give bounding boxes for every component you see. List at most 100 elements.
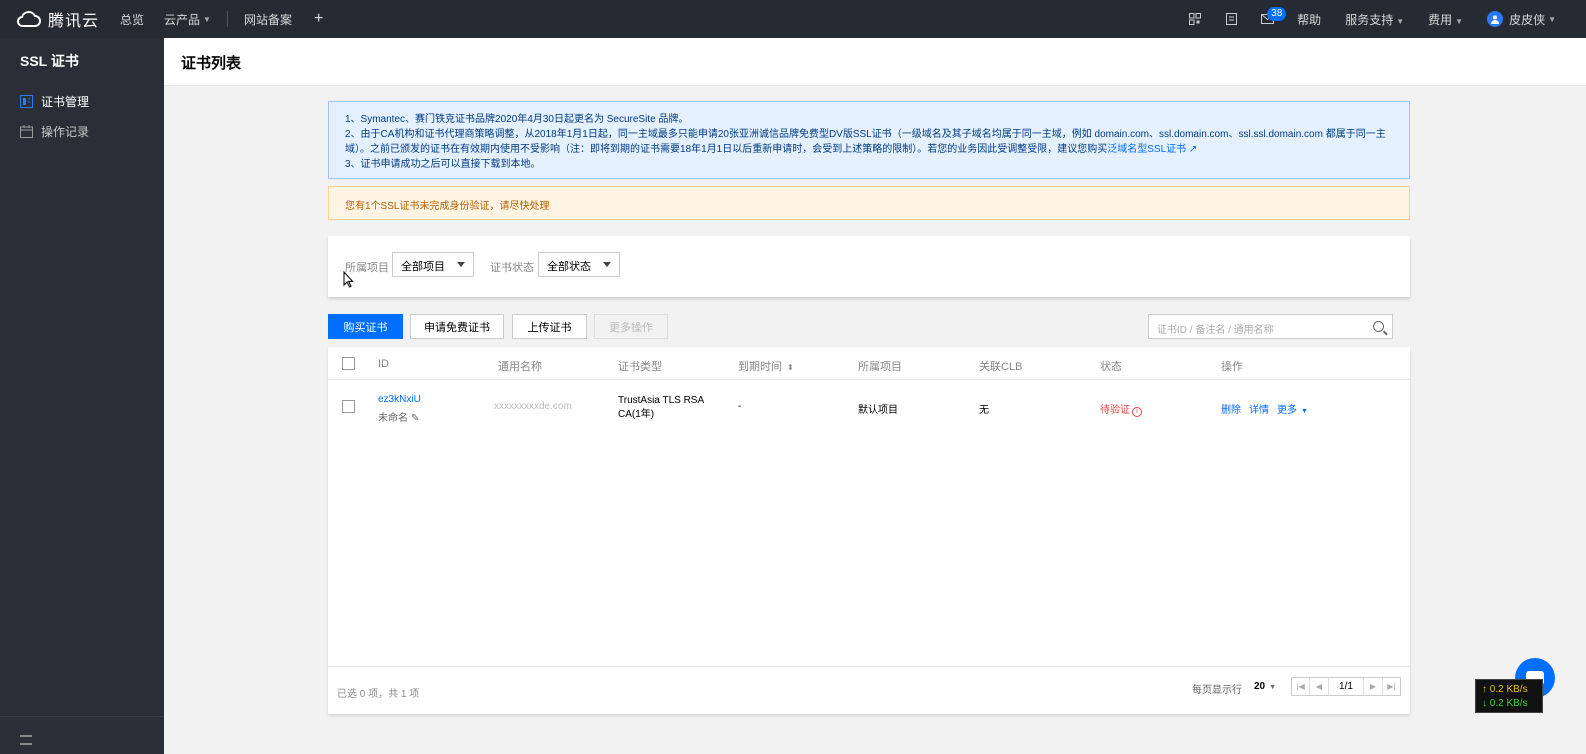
nav-overview[interactable]: 总览 [110,11,154,28]
more-label: 更多 [1277,405,1297,416]
cert-clb: 无 [979,405,989,416]
buy-certificate-button[interactable]: 购买证书 [328,314,403,339]
status-text: 待验证 [1100,405,1130,416]
page-size-select[interactable]: 20 ▼ [1254,681,1276,692]
column-header-actions: 操作 [1221,361,1243,373]
notice-line: 域）。之前已颁发的证书在有效期内使用不受影响（注：即将到期的证书需要18年1月1… [345,142,1393,157]
support-menu[interactable]: 服务支持 ▼ [1333,11,1416,28]
help-link[interactable]: 帮助 [1285,11,1333,28]
certificate-table: ID 通用名称 证书类型 到期时间 ⬍ 所属项目 关联CLB 状态 操作 ez3k… [328,347,1410,714]
cert-type: TrustAsia TLS RSA CA(1年) [618,395,704,420]
certificate-icon [20,94,33,108]
status-badge: 待验证 i [1100,401,1142,417]
document-icon[interactable] [1213,13,1249,25]
warning-text: 您有1个SSL证书未完成身份验证，请尽快处理 [345,201,550,212]
page-indicator[interactable]: 1/1 [1329,678,1365,695]
nav-products-label: 云产品 [164,12,201,27]
sidebar: SSL 证书 证书管理 操作记录 [0,38,164,754]
nav-divider [226,11,228,27]
status-filter-label: 证书状态 [490,262,534,274]
status-select[interactable]: 全部状态 [538,252,620,277]
sidebar-item-label: 证书管理 [41,94,90,109]
support-label: 服务支持 [1345,12,1394,27]
upload-certificate-button[interactable]: 上传证书 [512,314,587,339]
search-icon[interactable] [1373,321,1384,332]
logo[interactable]: 腾讯云 [0,7,110,31]
select-all-checkbox[interactable] [342,357,355,370]
table-row: ez3kNxiU 未命名 ✎ xxxxxxxxxde.com TrustAsia … [328,381,1410,433]
info-notice: 1、Symantec、赛门铁克证书品牌2020年4月30日起更名为 Secure… [328,101,1410,179]
user-name: 皮皮侠 [1509,12,1546,27]
cert-common-name: xxxxxxxxxde.com [494,401,572,412]
sidebar-item-cert-management[interactable]: 证书管理 [0,86,164,116]
sidebar-item-operation-log[interactable]: 操作记录 [0,116,164,146]
pagination: |◀ ◀ 1/1 ▶ ▶| [1291,677,1401,696]
row-checkbox[interactable] [342,400,355,413]
billing-label: 费用 [1428,12,1453,27]
nav-products[interactable]: 云产品 ▼ [154,11,221,28]
first-page-icon[interactable]: |◀ [1292,678,1311,695]
collapse-menu-icon[interactable] [20,735,32,745]
project-select-value: 全部项目 [401,261,445,273]
calendar-icon [20,124,33,138]
user-menu[interactable]: 皮皮侠 ▼ [1475,11,1568,28]
cloud-logo-icon [16,11,41,27]
edit-icon[interactable]: ✎ [411,413,419,424]
column-header-project: 所属项目 [858,361,902,373]
page-title: 证书列表 [181,55,242,72]
notice-line: 1、Symantec、赛门铁克证书品牌2020年4月30日起更名为 Secure… [345,114,689,125]
top-navbar: 腾讯云 总览 云产品 ▼ 网站备案 + 38 帮助 服务支持 ▼ 费用 ▼ 皮皮侠 ▼ [0,0,1586,38]
column-header-clb: 关联CLB [979,361,1023,373]
notice-line: 2、由于CA机构和证书代理商策略调整，从2018年1月1日起，同一主域最多只能申… [345,129,1386,140]
cert-expire: - [738,401,742,412]
last-page-icon[interactable]: ▶| [1383,678,1400,695]
cert-remark: 未命名 ✎ [378,409,419,424]
notice-line: 3、证书申请成功之后可以直接下载到本地。 [345,159,541,170]
column-header-expire[interactable]: 到期时间 ⬍ [738,358,794,374]
warning-notice: 您有1个SSL证书未完成身份验证，请尽快处理 [328,186,1410,220]
prev-page-icon[interactable]: ◀ [1310,678,1329,695]
sidebar-title: SSL 证书 [20,53,79,69]
caret-down-icon [603,262,611,267]
avatar-icon [1487,11,1504,27]
selection-total: 已选 0 项，共 1 项 [337,689,420,700]
search-placeholder: 证书ID / 备注名 / 通用名称 [1157,325,1274,336]
info-icon[interactable]: i [1132,407,1142,417]
nav-icp[interactable]: 网站备案 [234,11,302,28]
search-input[interactable]: 证书ID / 备注名 / 通用名称 [1148,314,1393,339]
detail-link[interactable]: 详情 [1249,401,1269,416]
upload-speed: ↑ 0.2 KB/s [1482,684,1528,695]
next-page-icon[interactable]: ▶ [1364,678,1383,695]
mail-icon[interactable]: 38 [1249,7,1287,24]
plus-icon[interactable]: + [302,10,335,28]
more-actions-button[interactable]: 更多操作 [594,314,668,339]
page-size-label: 每页显示行 [1192,685,1242,696]
column-header-status: 状态 [1100,361,1122,373]
billing-menu[interactable]: 费用 ▼ [1416,11,1475,28]
qrcode-icon[interactable] [1177,13,1213,25]
column-header-name: 通用名称 [498,361,542,373]
chevron-down-icon: ▼ [1548,14,1556,24]
logo-text: 腾讯云 [48,13,100,30]
chevron-down-icon: ▼ [203,14,211,24]
cert-remark-text: 未命名 [378,413,408,424]
cert-id-link[interactable]: ez3kNxiU [378,394,421,405]
page-size-value: 20 [1254,681,1266,692]
wildcard-cert-link[interactable]: 泛域名型SSL证书 [1107,144,1186,155]
caret-down-icon: ▼ [1269,684,1277,691]
chevron-down-icon: ▼ [1396,16,1405,26]
column-header-expire-label: 到期时间 [738,361,782,373]
network-speed-widget: ↑ 0.2 KB/s ↓ 0.2 KB/s [1475,679,1543,713]
sort-icon: ⬍ [787,363,794,372]
project-select[interactable]: 全部项目 [392,252,474,277]
status-select-value: 全部状态 [547,261,591,273]
more-dropdown[interactable]: 更多 ▼ [1277,401,1308,416]
apply-free-certificate-button[interactable]: 申请免费证书 [410,314,504,339]
external-link-icon: ↗ [1186,144,1198,155]
chevron-down-icon: ▼ [1301,408,1308,415]
column-header-id: ID [378,358,389,370]
mouse-cursor-icon [343,271,354,288]
sidebar-item-label: 操作记录 [41,124,90,139]
caret-down-icon [457,262,465,267]
delete-link[interactable]: 删除 [1221,401,1241,416]
